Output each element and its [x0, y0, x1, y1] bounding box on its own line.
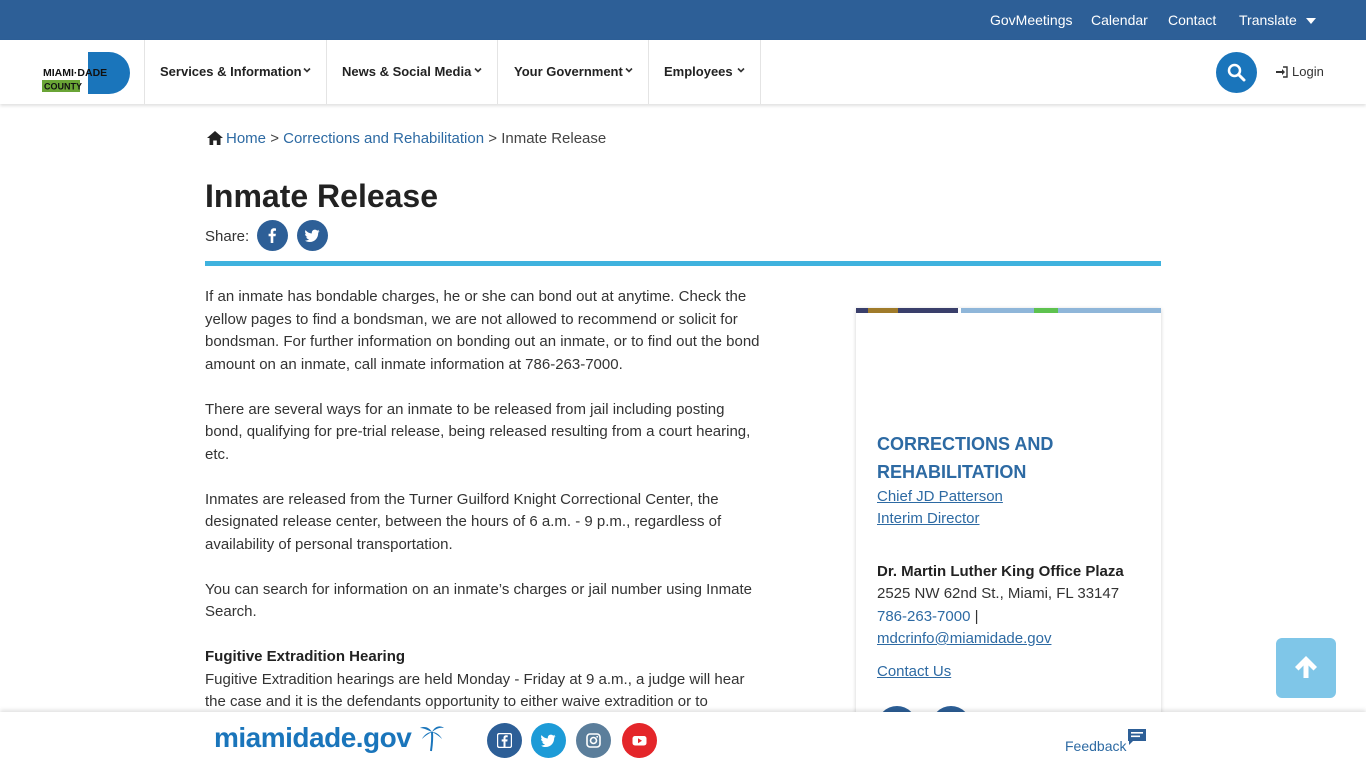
- breadcrumb-separator: >: [488, 130, 498, 147]
- main-nav: MIAMI·DADE COUNTY Services & Information…: [0, 40, 1366, 104]
- footer-youtube-button[interactable]: [622, 723, 657, 758]
- utility-link-govmeetings[interactable]: GovMeetings: [990, 12, 1072, 28]
- chevron-down-icon: [625, 67, 633, 73]
- utility-link-contact[interactable]: Contact: [1168, 12, 1216, 28]
- twitter-icon: [305, 229, 320, 242]
- miami-dade-logo[interactable]: MIAMI·DADE COUNTY: [42, 52, 130, 94]
- department-card: CORRECTIONS AND REHABILITATION Chief JD …: [856, 308, 1161, 746]
- nav-employees-label: Employees: [664, 64, 733, 79]
- back-to-top-button[interactable]: [1276, 638, 1336, 698]
- feedback-link[interactable]: Feedback: [1065, 738, 1126, 754]
- content-paragraph: There are several ways for an inmate to …: [205, 400, 751, 463]
- main-content: If an inmate has bondable charges, he or…: [205, 286, 760, 714]
- breadcrumb: Home > Corrections and Rehabilitation > …: [207, 130, 606, 147]
- nav-government-label: Your Government: [514, 64, 623, 79]
- nav-services-label: Services & Information: [160, 64, 302, 79]
- nav-services[interactable]: Services & Information: [144, 40, 327, 104]
- share-twitter-button[interactable]: [297, 220, 328, 251]
- content-paragraph: If an inmate has bondable charges, he or…: [205, 288, 760, 373]
- address-title: Dr. Martin Luther King Office Plaza: [877, 563, 1124, 580]
- content-paragraph: Inmates are released from the Turner Gui…: [205, 490, 722, 553]
- chevron-down-icon: [303, 67, 311, 73]
- share-label: Share:: [205, 228, 250, 245]
- section-heading: Fugitive Extradition Hearing: [205, 648, 406, 665]
- department-banner-image: [856, 308, 1161, 313]
- logo-text-line1: MIAMI·DADE: [43, 67, 107, 79]
- section-paragraph: Fugitive Extradition hearings are held M…: [205, 670, 745, 711]
- chevron-down-icon: [737, 67, 745, 73]
- footer-bar: miamidade.gov Feedback: [0, 712, 1366, 768]
- department-name: CORRECTIONS AND REHABILITATION: [877, 434, 1054, 482]
- contact-us-link[interactable]: Contact Us: [877, 663, 951, 680]
- nav-news-label: News & Social Media: [342, 64, 472, 79]
- logo-text-line2: COUNTY: [44, 82, 82, 92]
- director-title-link[interactable]: Interim Director: [877, 510, 980, 527]
- footer-twitter-button[interactable]: [531, 723, 566, 758]
- login-label: Login: [1292, 64, 1324, 79]
- arrow-up-icon: [1295, 656, 1317, 678]
- facebook-icon: [497, 733, 512, 748]
- translate-caret-icon[interactable]: [1306, 18, 1316, 24]
- twitter-icon: [541, 734, 556, 747]
- content-paragraph: You can search for information on an inm…: [205, 580, 752, 621]
- breadcrumb-separator: >: [270, 130, 279, 147]
- footer-instagram-button[interactable]: [576, 723, 611, 758]
- sign-in-icon: [1276, 66, 1288, 78]
- phone-link[interactable]: 786-263-7000: [877, 608, 970, 625]
- page-title: Inmate Release: [205, 178, 439, 214]
- nav-government[interactable]: Your Government: [497, 40, 649, 104]
- facebook-icon: [268, 228, 276, 243]
- breadcrumb-home-link[interactable]: Home: [226, 130, 266, 147]
- nav-news[interactable]: News & Social Media: [326, 40, 498, 104]
- address-text: 2525 NW 62nd St., Miami, FL 33147: [877, 585, 1120, 602]
- search-button[interactable]: [1216, 52, 1257, 93]
- instagram-icon: [586, 733, 601, 748]
- login-link[interactable]: Login: [1276, 64, 1324, 79]
- title-divider: [205, 261, 1161, 266]
- home-icon: [207, 131, 223, 145]
- breadcrumb-parent-link[interactable]: Corrections and Rehabilitation: [283, 130, 484, 147]
- director-name-link[interactable]: Chief JD Patterson: [877, 488, 1003, 505]
- share-facebook-button[interactable]: [257, 220, 288, 251]
- youtube-icon: [632, 736, 647, 746]
- comment-icon[interactable]: [1127, 728, 1147, 746]
- footer-facebook-button[interactable]: [487, 723, 522, 758]
- phone-separator: |: [970, 608, 979, 625]
- footer-brand[interactable]: miamidade.gov: [214, 722, 412, 754]
- utility-link-calendar[interactable]: Calendar: [1091, 12, 1148, 28]
- chevron-down-icon: [474, 67, 482, 73]
- breadcrumb-current: Inmate Release: [501, 130, 607, 147]
- utility-bar: GovMeetings Calendar Contact Translate: [0, 0, 1366, 40]
- email-link[interactable]: mdcrinfo@miamidade.gov: [877, 630, 1051, 647]
- palm-tree-icon: [420, 726, 444, 752]
- nav-employees[interactable]: Employees: [648, 40, 761, 104]
- search-icon: [1227, 63, 1246, 82]
- utility-link-translate[interactable]: Translate: [1239, 12, 1297, 28]
